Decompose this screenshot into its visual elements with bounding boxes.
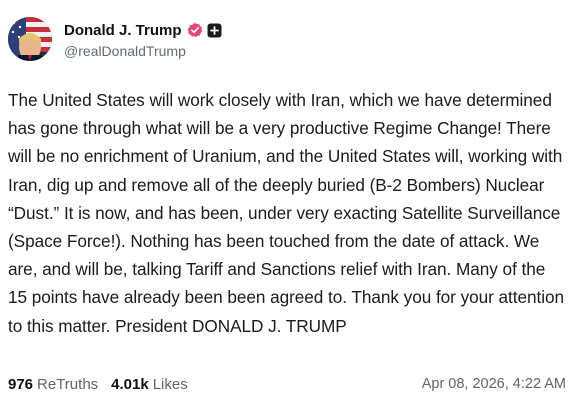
post-body-text: The United States will work closely with…: [8, 90, 565, 336]
author-handle[interactable]: @realDonaldTrump: [64, 43, 222, 59]
avatar-image: [8, 17, 52, 61]
post-header: Donald J. Trump @realDonaldTrump: [8, 14, 222, 64]
post-card: Donald J. Trump @realDonaldTrump The Uni…: [0, 0, 572, 403]
author-display-name[interactable]: Donald J. Trump: [64, 22, 182, 39]
post-footer: 976 ReTruths 4.01k Likes Apr 08, 2026, 4…: [8, 372, 566, 396]
likes-count: 4.01k: [111, 375, 149, 393]
post-body: The United States will work closely with…: [8, 86, 568, 340]
retruths-label: ReTruths: [37, 375, 99, 393]
post-timestamp[interactable]: Apr 08, 2026, 4:22 AM: [422, 376, 566, 392]
plus-badge-icon: [207, 23, 222, 38]
likes-label: Likes: [152, 375, 188, 393]
profile-avatar[interactable]: [8, 17, 52, 61]
retruths-count: 976: [8, 375, 34, 393]
verified-badge-icon: [187, 22, 203, 38]
retruths-stat[interactable]: 976 ReTruths: [8, 376, 98, 393]
likes-stat[interactable]: 4.01k Likes: [111, 376, 188, 393]
author-identity: Donald J. Trump @realDonaldTrump: [64, 19, 222, 59]
name-row: Donald J. Trump: [64, 19, 222, 41]
